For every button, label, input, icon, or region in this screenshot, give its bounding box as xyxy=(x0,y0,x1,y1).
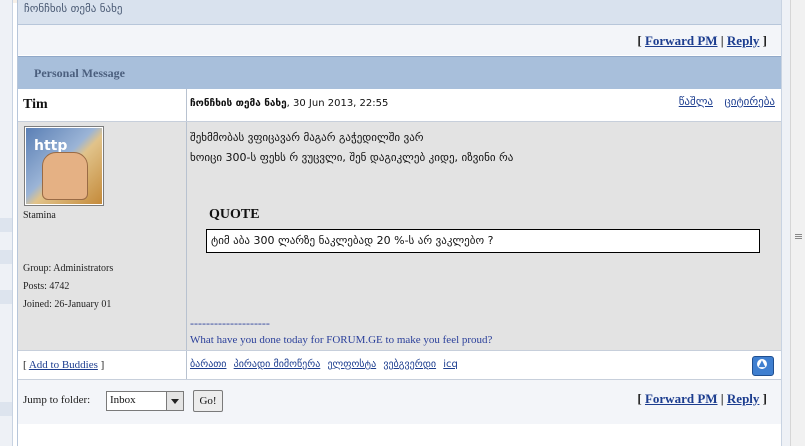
add-to-buddies-link[interactable]: Add to Buddies xyxy=(29,359,98,371)
post-date: , 30 Jun 2013, 22:55 xyxy=(286,98,389,109)
folder-select[interactable]: Inbox xyxy=(106,391,184,411)
profile-link-icq[interactable]: icq xyxy=(443,359,458,370)
message-line: ხოიცი 300-ს ფეხს რ ვუცვლი, შენ დაგიკლებ … xyxy=(190,151,514,164)
separator: | xyxy=(720,33,724,48)
forward-links-top: [ Forward PM | Reply ] xyxy=(637,33,767,49)
forward-row-top: [ Forward PM | Reply ] xyxy=(18,25,781,55)
message-text: შეხმმობას ვფიცავარ მაგარ გაჭედილში ვარ ხ… xyxy=(190,128,513,168)
avatar-image: http xyxy=(26,128,102,204)
pm-container: ჩონჩხის თემა ნახე [ Forward PM | Reply ]… xyxy=(17,0,782,446)
reply-link[interactable]: Reply xyxy=(727,391,760,406)
avatar: http xyxy=(24,126,104,206)
separator: | xyxy=(720,391,724,406)
quote-text: ტიმ აბა 300 ლარზე ნაკლებად 20 %-ს არ ვაკ… xyxy=(211,234,494,247)
member-rank: Stamina xyxy=(23,210,56,221)
folder-select-value: Inbox xyxy=(110,394,136,406)
go-button[interactable]: Go! xyxy=(193,390,223,412)
post-actions: წაშლა ციტირება xyxy=(671,95,775,108)
bracket-close: ] xyxy=(762,33,767,48)
member-posts: Posts: 4742 xyxy=(23,281,70,292)
profile-link-website[interactable]: ვებგვერდი xyxy=(383,359,436,370)
section-title: Personal Message xyxy=(34,66,125,80)
chevron-down-icon[interactable] xyxy=(166,392,183,410)
left-margin-notch xyxy=(0,250,12,264)
forward-pm-link[interactable]: Forward PM xyxy=(645,391,718,406)
quote-heading: QUOTE xyxy=(209,207,260,222)
top-header-text: ჩონჩხის თემა ნახე xyxy=(24,2,123,15)
post-body: http Stamina Group: Administrators Posts… xyxy=(18,122,781,351)
author-name[interactable]: Tim xyxy=(23,97,48,113)
left-margin-notch xyxy=(0,290,12,304)
top-header-bar: ჩონჩხის თემა ნახე xyxy=(18,0,781,25)
jump-row: Jump to folder: Inbox Go! [ Forward PM |… xyxy=(18,380,781,424)
bracket-open: [ xyxy=(637,391,642,406)
left-margin-notch xyxy=(0,218,12,232)
section-title-bar: Personal Message xyxy=(18,56,781,90)
forward-links-bottom: [ Forward PM | Reply ] xyxy=(637,391,767,407)
avatar-fist-shape xyxy=(42,152,88,200)
vertical-scrollbar[interactable] xyxy=(790,0,805,446)
signature-rule: -------------------- xyxy=(190,316,270,330)
member-group: Group: Administrators xyxy=(23,263,114,274)
profile-link-email[interactable]: ელფოსტა xyxy=(327,359,376,370)
quote-box: ტიმ აბა 300 ლარზე ნაკლებად 20 %-ს არ ვაკ… xyxy=(206,229,760,253)
post-title: ჩონჩხის თემა ნახე, 30 Jun 2013, 22:55 xyxy=(190,98,388,109)
profile-links: ბარათი პირადი მიმოწერა ელფოსტა ვებგვერდი… xyxy=(190,359,462,370)
post-title-bold: ჩონჩხის თემა ნახე xyxy=(190,98,287,109)
bracket-close: ] xyxy=(762,391,767,406)
post-header: Tim ჩონჩხის თემა ნახე, 30 Jun 2013, 22:5… xyxy=(18,89,781,122)
profile-link-card[interactable]: ბარათი xyxy=(190,359,226,370)
scrollbar-grip[interactable] xyxy=(795,234,802,235)
arrow-up-icon: ▲ xyxy=(757,359,767,369)
message-line: შეხმმობას ვფიცავარ მაგარ გაჭედილში ვარ xyxy=(190,131,424,144)
delete-link[interactable]: წაშლა xyxy=(679,95,713,108)
jump-label: Jump to folder: xyxy=(23,394,91,406)
column-divider xyxy=(186,89,187,121)
scroll-top-button[interactable]: ▲ xyxy=(752,356,774,376)
member-joined: Joined: 26-January 01 xyxy=(23,299,112,310)
reply-link[interactable]: Reply xyxy=(727,33,760,48)
post-footer: [ Add to Buddies ] ბარათი პირადი მიმოწერ… xyxy=(18,351,781,380)
profile-link-pm[interactable]: პირადი მიმოწერა xyxy=(234,359,321,370)
forward-pm-link[interactable]: Forward PM xyxy=(645,33,718,48)
column-divider xyxy=(186,351,187,379)
signature-text: What have you done today for FORUM.GE to… xyxy=(190,334,493,346)
quote-link[interactable]: ციტირება xyxy=(725,95,776,108)
column-divider xyxy=(186,122,187,350)
bracket-open: [ xyxy=(637,33,642,48)
left-margin xyxy=(0,0,13,446)
add-buddies: [ Add to Buddies ] xyxy=(23,359,105,371)
left-margin-notch xyxy=(0,402,12,416)
